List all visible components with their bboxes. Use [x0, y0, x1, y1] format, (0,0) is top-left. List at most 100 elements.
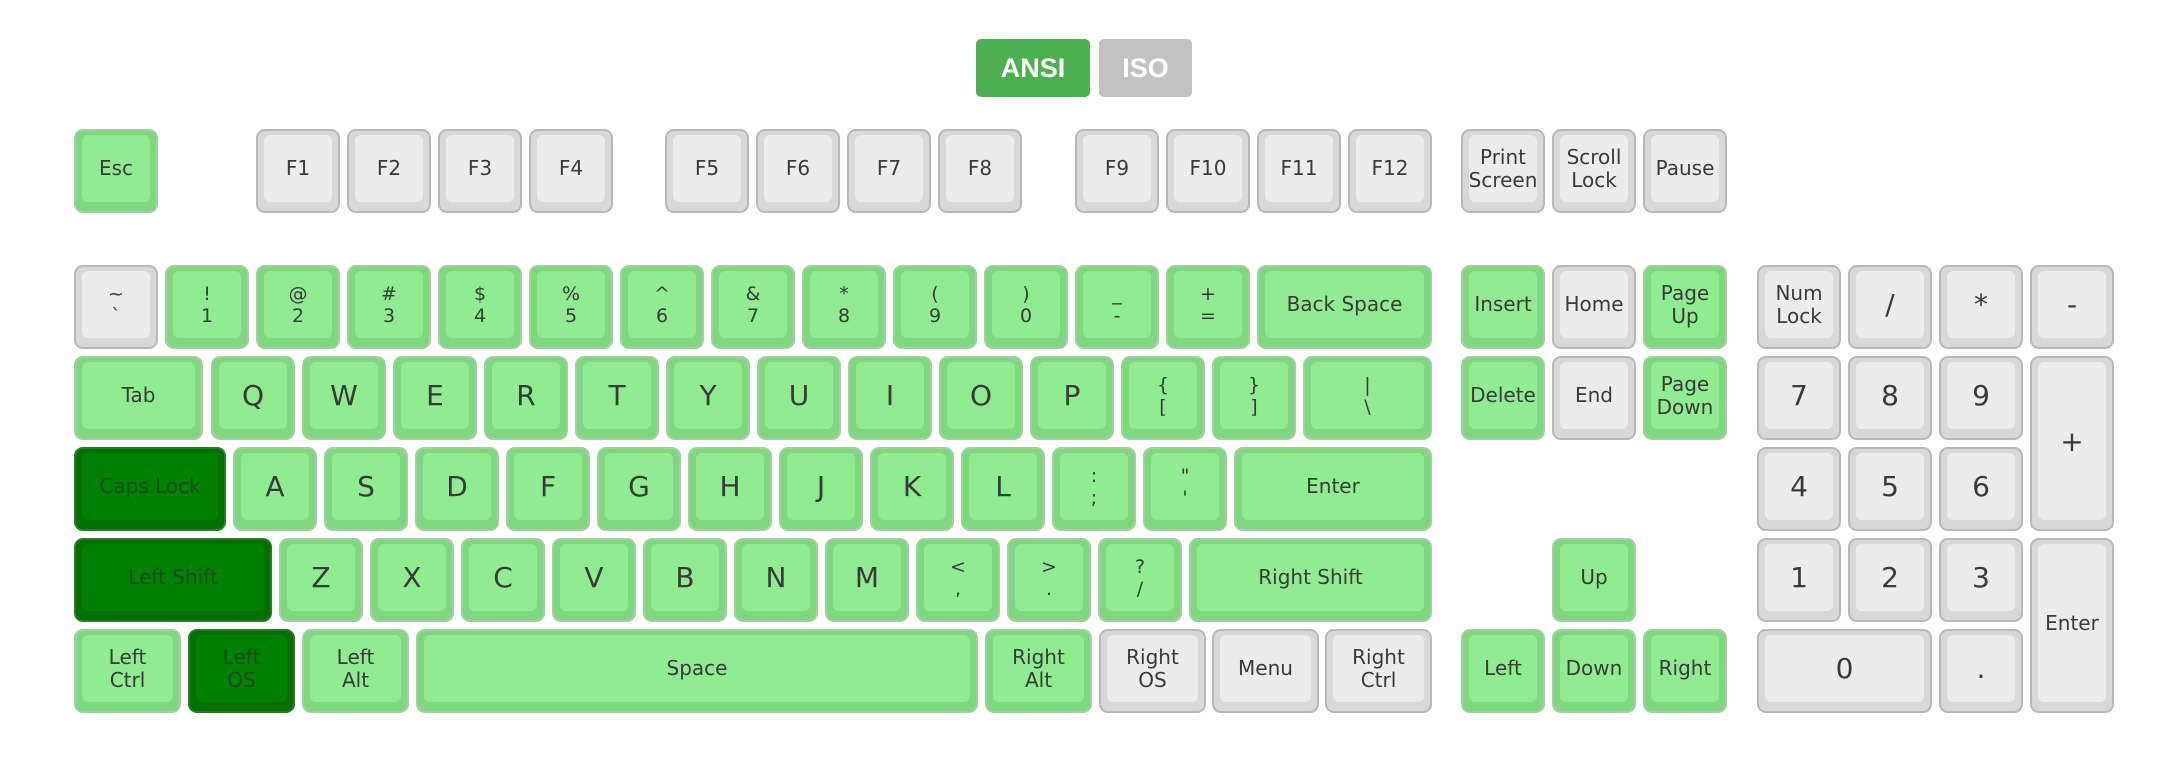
key-numpad-0[interactable]: 0: [1757, 629, 1932, 713]
key-home[interactable]: Home: [1552, 265, 1636, 349]
key-o[interactable]: O: [939, 356, 1023, 440]
key-digit-1[interactable]: ! 1: [165, 265, 249, 349]
key-print-screen[interactable]: Print Screen: [1461, 129, 1545, 213]
key-right-alt[interactable]: Right Alt: [985, 629, 1092, 713]
key-menu[interactable]: Menu: [1212, 629, 1319, 713]
key-numpad-divide[interactable]: /: [1848, 265, 1932, 349]
key-f2[interactable]: F2: [347, 129, 431, 213]
key-digit-7[interactable]: & 7: [711, 265, 795, 349]
key-digit-9[interactable]: (9: [893, 265, 977, 349]
key-backslash[interactable]: | \: [1303, 356, 1432, 440]
key-left-shift[interactable]: Left Shift: [74, 538, 272, 622]
key-digit-3[interactable]: #3: [347, 265, 431, 349]
key-page-down[interactable]: Page Down: [1643, 356, 1727, 440]
key-comma[interactable]: <,: [916, 538, 1000, 622]
key-period[interactable]: >.: [1007, 538, 1091, 622]
key-w[interactable]: W: [302, 356, 386, 440]
key-insert[interactable]: Insert: [1461, 265, 1545, 349]
key-f11[interactable]: F11: [1257, 129, 1341, 213]
key-numpad-2[interactable]: 2: [1848, 538, 1932, 622]
key-f10[interactable]: F10: [1166, 129, 1250, 213]
key-c[interactable]: C: [461, 538, 545, 622]
key-numpad-4[interactable]: 4: [1757, 447, 1841, 531]
key-j[interactable]: J: [779, 447, 863, 531]
key-d[interactable]: D: [415, 447, 499, 531]
key-numpad-7[interactable]: 7: [1757, 356, 1841, 440]
key-digit-0[interactable]: ) 0: [984, 265, 1068, 349]
key-f1[interactable]: F1: [256, 129, 340, 213]
key-f[interactable]: F: [506, 447, 590, 531]
key-numpad-6[interactable]: 6: [1939, 447, 2023, 531]
key-numpad-5[interactable]: 5: [1848, 447, 1932, 531]
key-backtick[interactable]: ~ `: [74, 265, 158, 349]
key-delete[interactable]: Delete: [1461, 356, 1545, 440]
key-equal[interactable]: + =: [1166, 265, 1250, 349]
key-numpad-decimal[interactable]: .: [1939, 629, 2023, 713]
key-u[interactable]: U: [757, 356, 841, 440]
key-e[interactable]: E: [393, 356, 477, 440]
key-numpad-3[interactable]: 3: [1939, 538, 2023, 622]
key-scroll-lock[interactable]: Scroll Lock: [1552, 129, 1636, 213]
key-enter[interactable]: Enter: [1234, 447, 1432, 531]
key-v[interactable]: V: [552, 538, 636, 622]
key-p[interactable]: P: [1030, 356, 1114, 440]
key-right-ctrl[interactable]: Right Ctrl: [1325, 629, 1432, 713]
key-numpad-enter[interactable]: Enter: [2030, 538, 2114, 713]
key-digit-2[interactable]: @2: [256, 265, 340, 349]
key-semicolon[interactable]: :;: [1052, 447, 1136, 531]
key-i[interactable]: I: [848, 356, 932, 440]
key-numpad-8[interactable]: 8: [1848, 356, 1932, 440]
key-num-lock[interactable]: Num Lock: [1757, 265, 1841, 349]
key-z[interactable]: Z: [279, 538, 363, 622]
key-tab[interactable]: Tab: [74, 356, 203, 440]
key-right-shift[interactable]: Right Shift: [1189, 538, 1432, 622]
key-s[interactable]: S: [324, 447, 408, 531]
key-a[interactable]: A: [233, 447, 317, 531]
key-n[interactable]: N: [734, 538, 818, 622]
key-h[interactable]: H: [688, 447, 772, 531]
key-arrow-down[interactable]: Down: [1552, 629, 1636, 713]
key-numpad-minus[interactable]: -: [2030, 265, 2114, 349]
key-b[interactable]: B: [643, 538, 727, 622]
key-space[interactable]: Space: [416, 629, 978, 713]
key-f5[interactable]: F5: [665, 129, 749, 213]
key-numpad-1[interactable]: 1: [1757, 538, 1841, 622]
key-f12[interactable]: F12: [1348, 129, 1432, 213]
key-end[interactable]: End: [1552, 356, 1636, 440]
key-f4[interactable]: F4: [529, 129, 613, 213]
key-numpad-9[interactable]: 9: [1939, 356, 2023, 440]
key-digit-4[interactable]: $4: [438, 265, 522, 349]
key-left-alt[interactable]: Left Alt: [302, 629, 409, 713]
key-q[interactable]: Q: [211, 356, 295, 440]
key-f8[interactable]: F8: [938, 129, 1022, 213]
key-minus[interactable]: _ -: [1075, 265, 1159, 349]
key-numpad-plus[interactable]: +: [2030, 356, 2114, 531]
key-t[interactable]: T: [575, 356, 659, 440]
key-y[interactable]: Y: [666, 356, 750, 440]
key-m[interactable]: M: [825, 538, 909, 622]
key-bracket-left[interactable]: {[: [1121, 356, 1205, 440]
key-r[interactable]: R: [484, 356, 568, 440]
key-g[interactable]: G: [597, 447, 681, 531]
key-caps-lock[interactable]: Caps Lock: [74, 447, 226, 531]
key-numpad-multiply[interactable]: *: [1939, 265, 2023, 349]
key-arrow-left[interactable]: Left: [1461, 629, 1545, 713]
key-page-up[interactable]: Page Up: [1643, 265, 1727, 349]
key-digit-5[interactable]: % 5: [529, 265, 613, 349]
key-digit-6[interactable]: ^ 6: [620, 265, 704, 349]
key-f3[interactable]: F3: [438, 129, 522, 213]
key-right-os[interactable]: Right OS: [1099, 629, 1206, 713]
key-quote[interactable]: " ': [1143, 447, 1227, 531]
key-backspace[interactable]: Back Space: [1257, 265, 1432, 349]
key-left-ctrl[interactable]: Left Ctrl: [74, 629, 181, 713]
key-f7[interactable]: F7: [847, 129, 931, 213]
key-esc[interactable]: Esc: [74, 129, 158, 213]
key-arrow-right[interactable]: Right: [1643, 629, 1727, 713]
key-l[interactable]: L: [961, 447, 1045, 531]
key-slash[interactable]: ? /: [1098, 538, 1182, 622]
key-left-os[interactable]: Left OS: [188, 629, 295, 713]
key-digit-8[interactable]: * 8: [802, 265, 886, 349]
key-f9[interactable]: F9: [1075, 129, 1159, 213]
key-bracket-right[interactable]: }]: [1212, 356, 1296, 440]
key-f6[interactable]: F6: [756, 129, 840, 213]
